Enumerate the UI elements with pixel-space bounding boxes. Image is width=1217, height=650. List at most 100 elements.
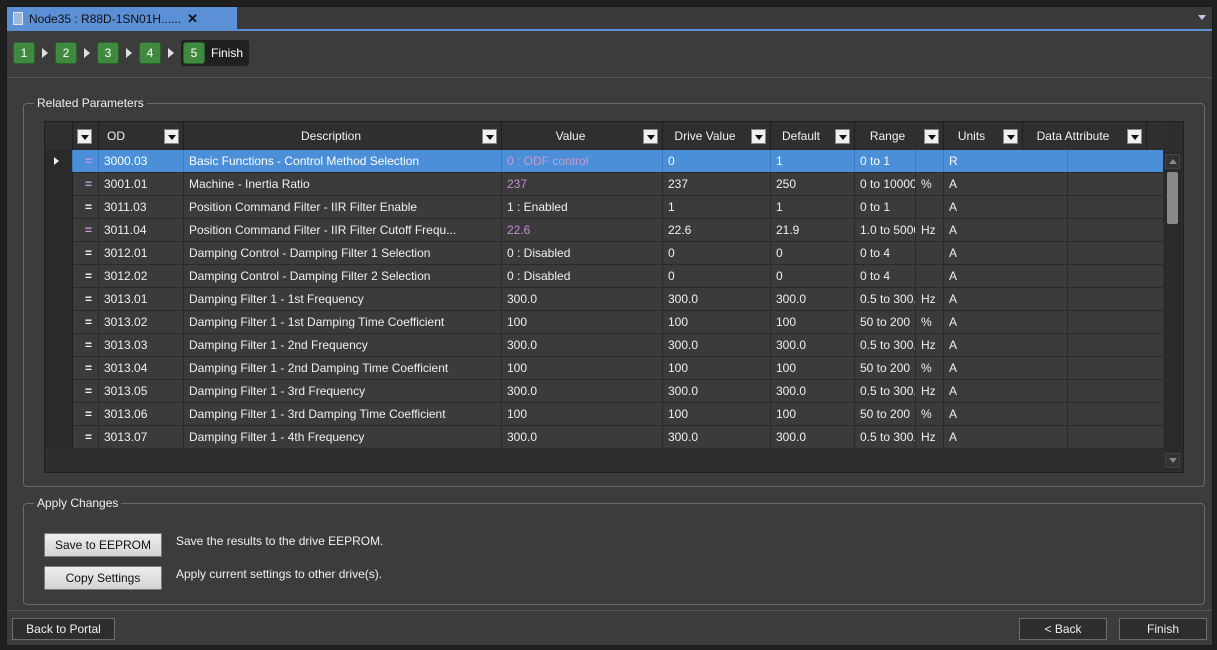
grid-header: OD Description Value Drive Value Default [45, 122, 1163, 150]
cell-od: 3013.04 [99, 357, 184, 379]
step-arrow-icon [84, 48, 90, 58]
scroll-down-icon[interactable] [1165, 453, 1180, 468]
related-parameters-group: Related Parameters OD Description Value [23, 96, 1205, 487]
cell-description: Damping Filter 1 - 1st Damping Time Coef… [184, 311, 502, 333]
header-marker-filter [73, 122, 99, 150]
cell-value[interactable]: 100 [502, 403, 663, 425]
cell-drive-value: 100 [663, 357, 771, 379]
step-4[interactable]: 4 [139, 42, 161, 64]
header-range-label: Range [869, 129, 906, 143]
cell-value[interactable]: 100 [502, 311, 663, 333]
header-value: Value [502, 122, 663, 150]
table-row[interactable]: = 3013.03 Damping Filter 1 - 2nd Frequency… [45, 334, 1163, 357]
cell-range: 0.5 to 300.0 [855, 288, 916, 310]
wizard-steps: 1 2 3 4 5 Finish [13, 40, 250, 66]
tab-list-dropdown-icon[interactable] [1198, 15, 1206, 20]
cell-drive-value: 100 [663, 403, 771, 425]
finish-button[interactable]: Finish [1119, 618, 1207, 640]
tab-title: Node35 : R88D-1SN01H...... [29, 11, 182, 26]
cell-value[interactable]: 300.0 [502, 334, 663, 356]
cell-od: 3012.01 [99, 242, 184, 264]
tab-bar: Node35 : R88D-1SN01H...... ✕ [7, 7, 1212, 31]
copy-settings-button[interactable]: Copy Settings [44, 566, 162, 590]
filter-dropdown-icon[interactable] [835, 128, 850, 144]
cell-default: 100 [771, 357, 855, 379]
cell-value[interactable]: 100 [502, 357, 663, 379]
cell-range: 0.5 to 300.0 [855, 426, 916, 448]
table-row[interactable]: = 3013.07 Damping Filter 1 - 4th Frequency… [45, 426, 1163, 449]
step-arrow-icon [168, 48, 174, 58]
cell-data-attribute: A [944, 288, 1068, 310]
cell-value[interactable]: 0 : ODF control [502, 150, 663, 172]
row-marker [45, 426, 73, 448]
cell-value[interactable]: 237 [502, 173, 663, 195]
cell-range: 0 to 4 [855, 265, 916, 287]
compare-equal-icon: = [73, 311, 99, 333]
cell-drive-value: 300.0 [663, 334, 771, 356]
cell-units: Hz [916, 426, 944, 448]
step-2[interactable]: 2 [55, 42, 77, 64]
filter-dropdown-icon[interactable] [77, 128, 92, 144]
filter-dropdown-icon[interactable] [164, 128, 179, 144]
filter-dropdown-icon[interactable] [643, 128, 658, 144]
vertical-scrollbar[interactable] [1164, 152, 1181, 470]
cell-range: 0.5 to 300.0 [855, 380, 916, 402]
related-parameters-title: Related Parameters [34, 96, 147, 110]
step-5-finish[interactable]: 5 Finish [181, 40, 250, 66]
cell-value[interactable]: 300.0 [502, 380, 663, 402]
cell-value[interactable]: 300.0 [502, 426, 663, 448]
table-row[interactable]: = 3011.03 Position Command Filter - IIR Fi… [45, 196, 1163, 219]
step-1[interactable]: 1 [13, 42, 35, 64]
table-row[interactable]: = 3013.01 Damping Filter 1 - 1st Frequency… [45, 288, 1163, 311]
save-to-eeprom-button[interactable]: Save to EEPROM [44, 533, 162, 557]
cell-range: 0 to 1 [855, 150, 916, 172]
back-button[interactable]: < Back [1019, 618, 1107, 640]
header-default-label: Default [781, 129, 821, 143]
cell-units: Hz [916, 219, 944, 241]
cell-value[interactable]: 0 : Disabled [502, 242, 663, 264]
table-row[interactable]: = 3013.05 Damping Filter 1 - 3rd Frequency… [45, 380, 1163, 403]
filter-dropdown-icon[interactable] [482, 128, 497, 144]
cell-od: 3013.02 [99, 311, 184, 333]
table-row[interactable]: = 3001.01 Machine - Inertia Ratio 237 237 250… [45, 173, 1163, 196]
table-row[interactable]: = 3000.03 Basic Functions - Control Method… [45, 150, 1163, 173]
cell-description: Damping Filter 1 - 3rd Frequency [184, 380, 502, 402]
document-icon [13, 12, 23, 25]
tab-node35[interactable]: Node35 : R88D-1SN01H...... ✕ [7, 7, 237, 30]
current-row-icon [54, 157, 59, 165]
apply-changes-group: Apply Changes Save to EEPROM Save the re… [23, 496, 1205, 605]
cell-value[interactable]: 0 : Disabled [502, 265, 663, 287]
filter-dropdown-icon[interactable] [1003, 128, 1018, 144]
table-row[interactable]: = 3012.01 Damping Control - Damping Filter… [45, 242, 1163, 265]
back-to-portal-button[interactable]: Back to Portal [12, 618, 115, 640]
cell-data-attribute: A [944, 242, 1068, 264]
header-description-label: Description [300, 129, 362, 143]
cell-od: 3000.03 [99, 150, 184, 172]
cell-range: 0 to 4 [855, 242, 916, 264]
step-3[interactable]: 3 [97, 42, 119, 64]
cell-od: 3013.05 [99, 380, 184, 402]
filter-dropdown-icon[interactable] [1127, 128, 1142, 144]
close-icon[interactable]: ✕ [187, 11, 198, 27]
compare-equal-icon: = [73, 380, 99, 402]
save-description: Save the results to the drive EEPROM. [176, 534, 384, 548]
filter-dropdown-icon[interactable] [751, 128, 766, 144]
table-row[interactable]: = 3013.02 Damping Filter 1 - 1st Damping T… [45, 311, 1163, 334]
table-row[interactable]: = 3013.04 Damping Filter 1 - 2nd Damping T… [45, 357, 1163, 380]
scroll-up-icon[interactable] [1165, 154, 1180, 169]
table-row[interactable]: = 3012.02 Damping Control - Damping Filter… [45, 265, 1163, 288]
filter-dropdown-icon[interactable] [924, 128, 939, 144]
cell-value[interactable]: 300.0 [502, 288, 663, 310]
cell-default: 100 [771, 403, 855, 425]
table-row[interactable]: = 3013.06 Damping Filter 1 - 3rd Damping T… [45, 403, 1163, 426]
cell-data-attribute: A [944, 196, 1068, 218]
cell-range: 50 to 200 [855, 403, 916, 425]
table-row[interactable]: = 3011.04 Position Command Filter - IIR Fi… [45, 219, 1163, 242]
header-od: OD [99, 122, 184, 150]
cell-od: 3013.06 [99, 403, 184, 425]
cell-value[interactable]: 22.6 [502, 219, 663, 241]
parameters-grid: OD Description Value Drive Value Default [44, 121, 1184, 473]
cell-description: Damping Filter 1 - 4th Frequency [184, 426, 502, 448]
cell-value[interactable]: 1 : Enabled [502, 196, 663, 218]
scroll-thumb[interactable] [1167, 172, 1178, 224]
